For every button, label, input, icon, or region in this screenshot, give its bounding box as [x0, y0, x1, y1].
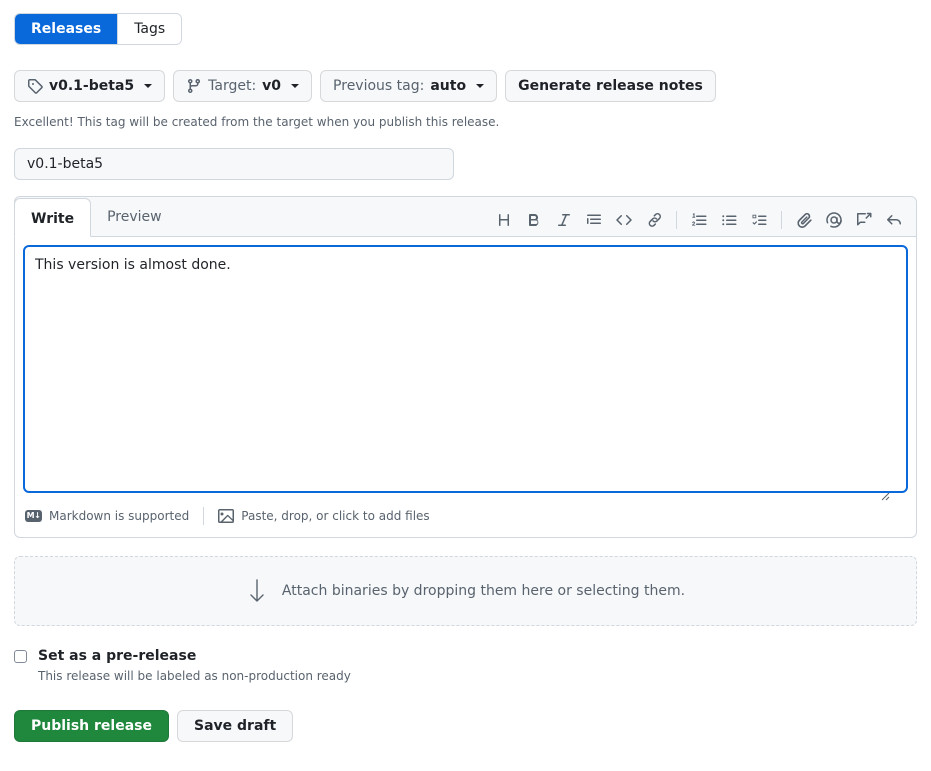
- target-selector-button[interactable]: Target: v0: [173, 70, 313, 102]
- toolbar-divider: [781, 211, 782, 229]
- quote-icon[interactable]: [580, 206, 608, 234]
- attachment-icon[interactable]: [790, 206, 818, 234]
- previous-tag-selector-button[interactable]: Previous tag: auto: [320, 70, 498, 102]
- release-controls-row: v0.1-beta5 Target: v0 Previous tag: auto…: [14, 70, 917, 102]
- saved-reply-icon[interactable]: [850, 206, 878, 234]
- toolbar-divider: [676, 211, 677, 229]
- numbered-list-icon[interactable]: [685, 206, 713, 234]
- prerelease-description: This release will be labeled as non-prod…: [38, 669, 351, 683]
- footer-divider: [203, 507, 205, 525]
- mention-icon[interactable]: [820, 206, 848, 234]
- add-files-label: Paste, drop, or click to add files: [241, 509, 430, 523]
- italic-icon[interactable]: [550, 206, 578, 234]
- markdown-supported-label: Markdown is supported: [49, 509, 190, 523]
- chevron-down-icon: [476, 84, 485, 88]
- previous-tag-value: auto: [430, 78, 467, 94]
- editor-body: [15, 237, 916, 501]
- tag-selector-button[interactable]: v0.1-beta5: [14, 70, 166, 102]
- tab-write[interactable]: Write: [14, 198, 92, 237]
- tab-tags[interactable]: Tags: [117, 14, 182, 44]
- task-list-icon[interactable]: [745, 206, 773, 234]
- form-actions: Publish release Save draft: [14, 710, 917, 742]
- tab-preview[interactable]: Preview: [91, 197, 178, 236]
- tag-helper-text: Excellent! This tag will be created from…: [14, 115, 500, 129]
- chevron-down-icon: [144, 84, 153, 88]
- prerelease-label[interactable]: Set as a pre-release: [38, 648, 196, 664]
- editor-footer: M↓ Markdown is supported Paste, drop, or…: [15, 501, 916, 537]
- create-release-page: Releases Tags v0.1-beta5 Target: v0 Prev…: [0, 0, 931, 771]
- target-selector-value: v0: [262, 78, 282, 94]
- previous-tag-prefix: Previous tag:: [333, 78, 425, 94]
- generate-release-notes-button[interactable]: Generate release notes: [505, 70, 716, 102]
- tag-icon: [27, 78, 43, 94]
- heading-icon[interactable]: [490, 206, 518, 234]
- chevron-down-icon: [291, 84, 300, 88]
- markdown-toolbar: [490, 206, 908, 236]
- release-description-textarea[interactable]: [23, 245, 908, 493]
- reply-icon[interactable]: [880, 206, 908, 234]
- bold-icon[interactable]: [520, 206, 548, 234]
- attach-binaries-label: Attach binaries by dropping them here or…: [281, 583, 686, 599]
- editor-header: Write Preview: [14, 197, 916, 237]
- image-icon: [218, 508, 235, 524]
- add-files-note[interactable]: Paste, drop, or click to add files: [218, 508, 430, 524]
- prerelease-section: Set as a pre-release This release will b…: [14, 648, 917, 683]
- markdown-icon: M↓: [25, 510, 42, 522]
- editor-tabs: Write Preview: [14, 197, 178, 237]
- target-selector-prefix: Target:: [208, 78, 257, 94]
- code-icon[interactable]: [610, 206, 638, 234]
- release-title-input[interactable]: [14, 148, 454, 180]
- prerelease-row: Set as a pre-release: [14, 648, 917, 664]
- git-branch-icon: [186, 78, 202, 94]
- save-draft-button[interactable]: Save draft: [177, 710, 294, 742]
- link-icon[interactable]: [640, 206, 668, 234]
- markdown-supported-note[interactable]: M↓ Markdown is supported: [25, 509, 189, 523]
- publish-release-button[interactable]: Publish release: [14, 710, 169, 742]
- down-arrow-icon: [246, 578, 268, 604]
- releases-tags-segmented-control: Releases Tags: [14, 13, 183, 45]
- bulleted-list-icon[interactable]: [715, 206, 743, 234]
- tab-releases[interactable]: Releases: [15, 14, 118, 44]
- prerelease-checkbox[interactable]: [14, 649, 27, 663]
- release-description-editor: Write Preview This version is almost don…: [14, 196, 917, 538]
- attach-binaries-dropzone[interactable]: Attach binaries by dropping them here or…: [14, 556, 917, 626]
- releases-tags-toggle-wrap: Releases Tags: [14, 0, 917, 45]
- tag-selector-label: v0.1-beta5: [49, 78, 135, 94]
